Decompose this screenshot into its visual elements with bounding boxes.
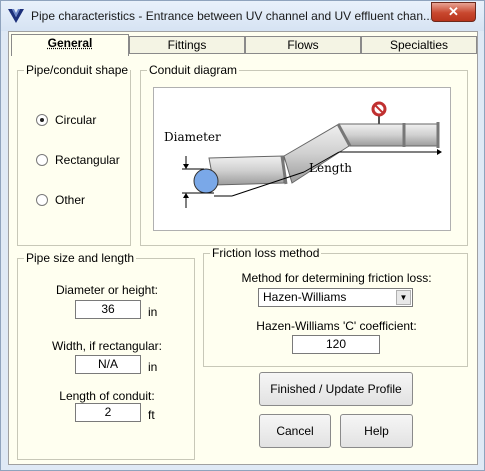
shape-groupbox: Pipe/conduit shape Circular Rectangular … bbox=[17, 63, 131, 246]
diameter-input[interactable]: 36 bbox=[75, 300, 141, 319]
coefficient-label: Hazen-Williams 'C' coefficient: bbox=[256, 319, 417, 333]
app-logo-icon bbox=[8, 9, 24, 23]
radio-other-indicator[interactable] bbox=[36, 194, 48, 206]
window-title: Pipe characteristics - Entrance between … bbox=[31, 9, 431, 23]
size-groupbox: Pipe size and length Diameter or height:… bbox=[17, 251, 195, 460]
radio-circular-indicator[interactable] bbox=[36, 114, 48, 126]
length-input[interactable]: 2 bbox=[75, 403, 141, 422]
radio-rectangular-indicator[interactable] bbox=[36, 154, 48, 166]
diagram-groupbox: Conduit diagram Diameter Length bbox=[140, 63, 468, 246]
diameter-height-label: Diameter or height: bbox=[55, 283, 159, 297]
tab-flows[interactable]: Flows bbox=[245, 36, 361, 54]
width-input[interactable]: N/A bbox=[75, 355, 141, 374]
tab-general[interactable]: General bbox=[11, 34, 129, 56]
length-unit: ft bbox=[148, 408, 155, 422]
finish-update-button[interactable]: Finished / Update Profile bbox=[259, 372, 413, 406]
radio-rectangular-label: Rectangular bbox=[55, 153, 120, 167]
radio-rectangular[interactable]: Rectangular bbox=[36, 153, 120, 167]
diameter-unit: in bbox=[148, 305, 158, 319]
tab-fittings[interactable]: Fittings bbox=[129, 36, 245, 54]
diameter-label: Diameter bbox=[164, 130, 221, 144]
friction-method-select[interactable]: Hazen-Williams ▼ bbox=[258, 288, 413, 307]
dialog-window: Pipe characteristics - Entrance between … bbox=[0, 0, 485, 471]
radio-circular[interactable]: Circular bbox=[36, 113, 96, 127]
conduit-diagram: Diameter Length bbox=[153, 87, 451, 231]
radio-other-label: Other bbox=[55, 193, 86, 207]
tab-specialties[interactable]: Specialties bbox=[361, 36, 477, 54]
cancel-button[interactable]: Cancel bbox=[259, 414, 331, 448]
close-icon: ✕ bbox=[448, 4, 459, 19]
size-group-title: Pipe size and length bbox=[24, 251, 137, 265]
diagram-group-title: Conduit diagram bbox=[147, 63, 240, 77]
length-label: Length bbox=[309, 161, 353, 175]
dialog-body: General Fittings Flows Specialties Pipe/… bbox=[8, 31, 478, 465]
friction-groupbox: Friction loss method Method for determin… bbox=[203, 246, 468, 367]
method-label: Method for determining friction loss: bbox=[241, 271, 432, 285]
tab-strip: General Fittings Flows Specialties bbox=[11, 34, 477, 56]
length-conduit-label: Length of conduit: bbox=[59, 389, 155, 403]
friction-method-value: Hazen-Williams bbox=[263, 290, 347, 304]
chevron-down-icon[interactable]: ▼ bbox=[396, 290, 411, 305]
pipe-diagram-image bbox=[182, 101, 442, 208]
close-button[interactable]: ✕ bbox=[431, 2, 476, 22]
width-unit: in bbox=[148, 360, 158, 374]
radio-other[interactable]: Other bbox=[36, 193, 85, 207]
width-label: Width, if rectangular: bbox=[51, 339, 163, 353]
coefficient-input[interactable]: 120 bbox=[292, 335, 380, 354]
title-bar[interactable]: Pipe characteristics - Entrance between … bbox=[1, 1, 484, 31]
friction-group-title: Friction loss method bbox=[210, 246, 322, 260]
shape-group-title: Pipe/conduit shape bbox=[24, 63, 131, 77]
radio-circular-label: Circular bbox=[55, 113, 97, 127]
help-button[interactable]: Help bbox=[340, 414, 413, 448]
